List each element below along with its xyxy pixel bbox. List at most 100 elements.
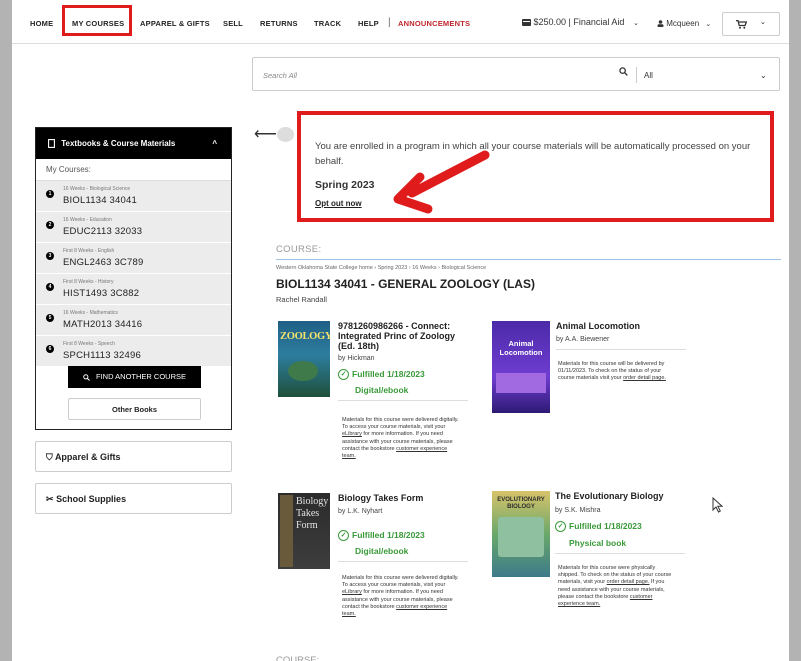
book-note: Materials for this course will be delive…	[558, 361, 666, 382]
sidebar-course-item[interactable]: 3 First 8 Weeks - English ENGL2463 3C789	[36, 243, 231, 274]
sidebar-header[interactable]: Textbooks & Course Materials ^	[36, 128, 231, 159]
highlight-box-my-courses	[62, 5, 132, 36]
book-author: by S.K. Mishra	[555, 507, 601, 514]
course-code: EDUC2113 32033	[63, 226, 143, 237]
course-heading: COURSE:	[276, 244, 322, 255]
sidebar-textbooks-panel: Textbooks & Course Materials ^ My Course…	[35, 127, 232, 430]
financial-aid-label: $250.00 | Financial Aid	[533, 17, 625, 27]
search-divider	[636, 67, 637, 83]
course-code: MATH2013 34416	[63, 319, 143, 330]
nav-home[interactable]: HOME	[30, 19, 53, 28]
nav-returns[interactable]: RETURNS	[260, 19, 298, 28]
gift-icon: ⛉	[46, 452, 53, 462]
divider	[555, 553, 685, 554]
fulfilled-status: ✓ Fulfilled 1/18/2023	[555, 521, 642, 533]
chevron-down-icon: ⌄	[705, 21, 712, 28]
cover-title: ZOOLOGY	[280, 331, 330, 342]
book-cover-image[interactable]: EVOLUTIONARY BIOLOGY	[492, 491, 550, 577]
divider	[338, 561, 468, 562]
chevron-down-icon[interactable]: ⌄	[760, 71, 767, 80]
book-card: ZOOLOGY 9781260986266 - Connect: Integrat…	[278, 321, 478, 471]
fulfillment-type: Digital/ebook	[355, 546, 409, 556]
course-heading-next: COURSE:	[276, 655, 320, 661]
search-icon[interactable]	[619, 67, 628, 76]
book-title: Animal Locomotion	[556, 321, 640, 331]
nav-track[interactable]: TRACK	[314, 19, 341, 28]
sidebar-course-item[interactable]: 2 16 Weeks - Education EDUC2113 32033	[36, 212, 231, 243]
sidebar-header-label: Textbooks & Course Materials	[61, 139, 176, 148]
cart-button[interactable]: ⌄	[722, 12, 780, 36]
sidebar-course-item[interactable]: 5 16 Weeks - Mathematics MATH2013 34416	[36, 305, 231, 336]
scissors-icon: ✂	[46, 494, 54, 504]
cover-art	[280, 495, 293, 567]
search-bar: Search All All ⌄	[252, 57, 780, 91]
opt-out-link[interactable]: Opt out now	[315, 199, 362, 208]
book-author: by L.K. Nyhart	[338, 508, 383, 515]
cover-title: EVOLUTIONARY BIOLOGY	[497, 497, 545, 510]
book-card: EVOLUTIONARY BIOLOGY The Evolutionary Bi…	[492, 491, 702, 631]
checkmark-circle-icon: ✓	[555, 521, 566, 533]
course-number-badge: 4	[46, 283, 54, 291]
other-books-button[interactable]: Other Books	[68, 398, 201, 420]
sidebar-school-supplies[interactable]: ✂ School Supplies	[35, 483, 232, 514]
book-card: Biology Takes Form Biology Takes Form by…	[278, 493, 478, 633]
cover-title: Animal Locomotion	[499, 339, 543, 357]
book-cover-image[interactable]: ZOOLOGY	[278, 321, 330, 397]
user-icon	[657, 20, 664, 28]
fulfilled-status: ✓ Fulfilled 1/18/2023	[338, 369, 425, 381]
red-arrow-annotation	[393, 150, 490, 214]
book-cover-image[interactable]: Animal Locomotion	[492, 321, 550, 413]
sidebar-course-item[interactable]: 6 First 8 Weeks - Speech SPCH1113 32496	[36, 336, 231, 367]
cover-title: Biology Takes Form	[296, 496, 329, 531]
divider	[338, 400, 468, 401]
fulfilled-status: ✓ Fulfilled 1/18/2023	[338, 530, 425, 542]
nav-sell[interactable]: SELL	[223, 19, 243, 28]
course-code: BIOL1134 34041	[63, 195, 137, 206]
find-another-course-button[interactable]: FIND ANOTHER COURSE	[68, 366, 201, 388]
book-title: 9781260986266 - Connect: Integrated Princ…	[338, 321, 456, 351]
enrollment-notice: You are enrolled in a program in which a…	[297, 111, 774, 222]
page: HOME MY COURSES APPAREL & GIFTS SELL RET…	[12, 0, 789, 661]
nav-apparel-gifts[interactable]: APPAREL & GIFTS	[140, 19, 210, 28]
apparel-gifts-label: Apparel & Gifts	[54, 452, 121, 462]
financial-aid-menu[interactable]: $250.00 | Financial Aid ⌄	[522, 17, 639, 27]
course-divider	[276, 259, 781, 260]
top-navigation: HOME MY COURSES APPAREL & GIFTS SELL RET…	[12, 0, 789, 44]
nav-help[interactable]: HELP	[358, 19, 379, 28]
instructor-name: Rachel Randall	[276, 295, 327, 304]
elibrary-link[interactable]: eLibrary	[342, 589, 362, 595]
notice-term: Spring 2023	[315, 179, 375, 191]
cover-art	[288, 361, 318, 381]
fulfillment-type: Digital/ebook	[355, 385, 409, 395]
course-title: BIOL1134 34041 - GENERAL ZOOLOGY (LAS)	[276, 277, 535, 291]
breadcrumb[interactable]: Western Oklahoma State College home › Sp…	[276, 265, 486, 271]
sidebar-apparel-gifts[interactable]: ⛉ Apparel & Gifts	[35, 441, 232, 472]
course-code: SPCH1113 32496	[63, 350, 141, 361]
course-code: ENGL2463 3C789	[63, 257, 144, 268]
course-meta: 16 Weeks - Mathematics	[63, 310, 118, 316]
course-meta: First 8 Weeks - English	[63, 248, 115, 254]
course-number-badge: 3	[46, 252, 54, 260]
cover-art	[498, 517, 544, 557]
sidebar-course-item[interactable]: 4 First 8 Weeks - History HIST1493 3C882	[36, 274, 231, 305]
elibrary-link[interactable]: eLibrary	[342, 431, 362, 437]
user-menu[interactable]: Mcqueen ⌄	[657, 19, 711, 28]
order-detail-link[interactable]: order detail page.	[607, 579, 650, 585]
school-supplies-label: School Supplies	[56, 494, 127, 504]
sidebar-course-item[interactable]: 1 16 Weeks - Biological Science BIOL1134…	[36, 181, 231, 212]
course-meta: 16 Weeks - Biological Science	[63, 186, 131, 192]
back-arrow-icon[interactable]: ⟵	[254, 124, 277, 144]
chevron-up-icon[interactable]: ^	[212, 139, 217, 148]
book-author: by A.A. Biewener	[556, 336, 610, 343]
course-number-badge: 6	[46, 345, 54, 353]
search-input[interactable]: Search All	[263, 71, 297, 80]
order-detail-link[interactable]: order detail page.	[623, 375, 666, 381]
chevron-down-icon: ⌄	[632, 20, 639, 27]
nav-announcements[interactable]: ANNOUNCEMENTS	[398, 19, 470, 28]
search-scope-select[interactable]: All	[644, 71, 653, 80]
chat-bubble-icon	[277, 127, 294, 142]
chevron-down-icon: ⌄	[760, 19, 766, 26]
user-name: Mcqueen	[666, 19, 700, 28]
course-meta: First 8 Weeks - History	[63, 279, 114, 285]
book-cover-image[interactable]: Biology Takes Form	[278, 493, 330, 569]
